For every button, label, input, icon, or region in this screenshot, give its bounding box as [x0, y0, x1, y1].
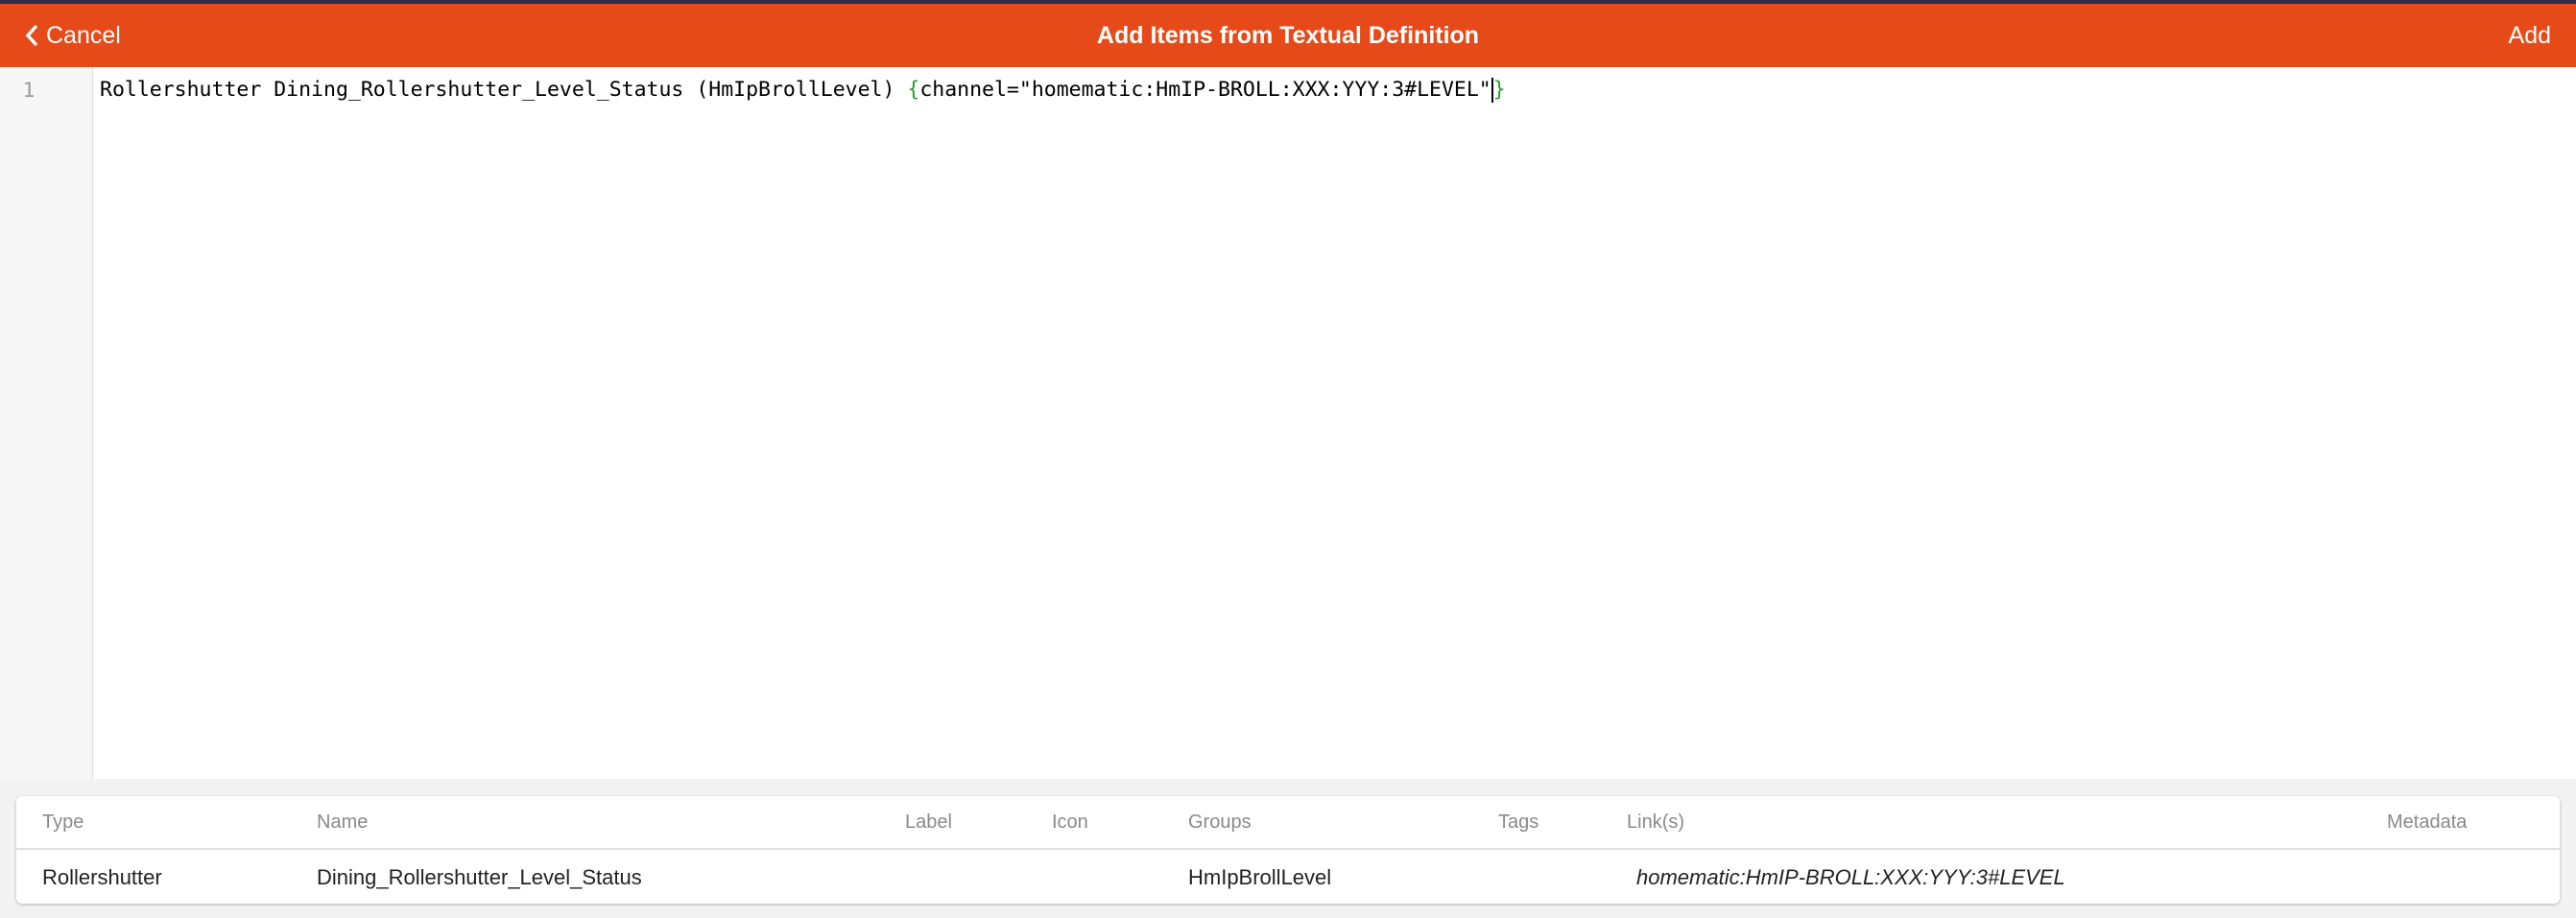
brace-close: }	[1492, 78, 1506, 102]
cell-groups: HmIpBrollLevel	[1188, 865, 1332, 889]
header-icon: Icon	[1052, 811, 1088, 833]
add-button[interactable]: Add	[2509, 4, 2551, 67]
page-title: Add Items from Textual Definition	[1096, 22, 1480, 49]
header-label: Label	[905, 811, 952, 833]
code-line[interactable]: Rollershutter Dining_Rollershutter_Level…	[100, 77, 1506, 104]
cell-links: homematic:HmIP-BROLL:XXX:YYY:3#LEVEL	[1636, 865, 2065, 889]
header-links: Link(s)	[1627, 811, 1685, 833]
header-tags: Tags	[1498, 811, 1539, 833]
code-editor[interactable]: 1 Rollershutter Dining_Rollershutter_Lev…	[0, 67, 2576, 779]
line-number: 1	[22, 79, 36, 102]
table-row: Rollershutter Dining_Rollershutter_Level…	[16, 852, 2560, 904]
cell-name: Dining_Rollershutter_Level_Status	[317, 865, 642, 889]
header-groups: Groups	[1188, 811, 1252, 833]
brace-open: {	[907, 78, 920, 102]
items-preview-table: Type Name Label Icon Groups Tags Link(s)…	[16, 796, 2560, 904]
header-name: Name	[317, 811, 369, 833]
code-channel: channel="homematic:HmIP-BROLL:XXX:YYY:3#…	[919, 78, 1491, 102]
code-text: Rollershutter Dining_Rollershutter_Level…	[100, 78, 908, 102]
navbar: Cancel Add Items from Textual Definition…	[0, 4, 2576, 67]
cell-type: Rollershutter	[42, 865, 162, 889]
header-metadata: Metadata	[2387, 811, 2468, 833]
line-gutter: 1	[0, 67, 93, 779]
table-header: Type Name Label Icon Groups Tags Link(s)…	[16, 796, 2560, 850]
header-type: Type	[42, 811, 84, 833]
